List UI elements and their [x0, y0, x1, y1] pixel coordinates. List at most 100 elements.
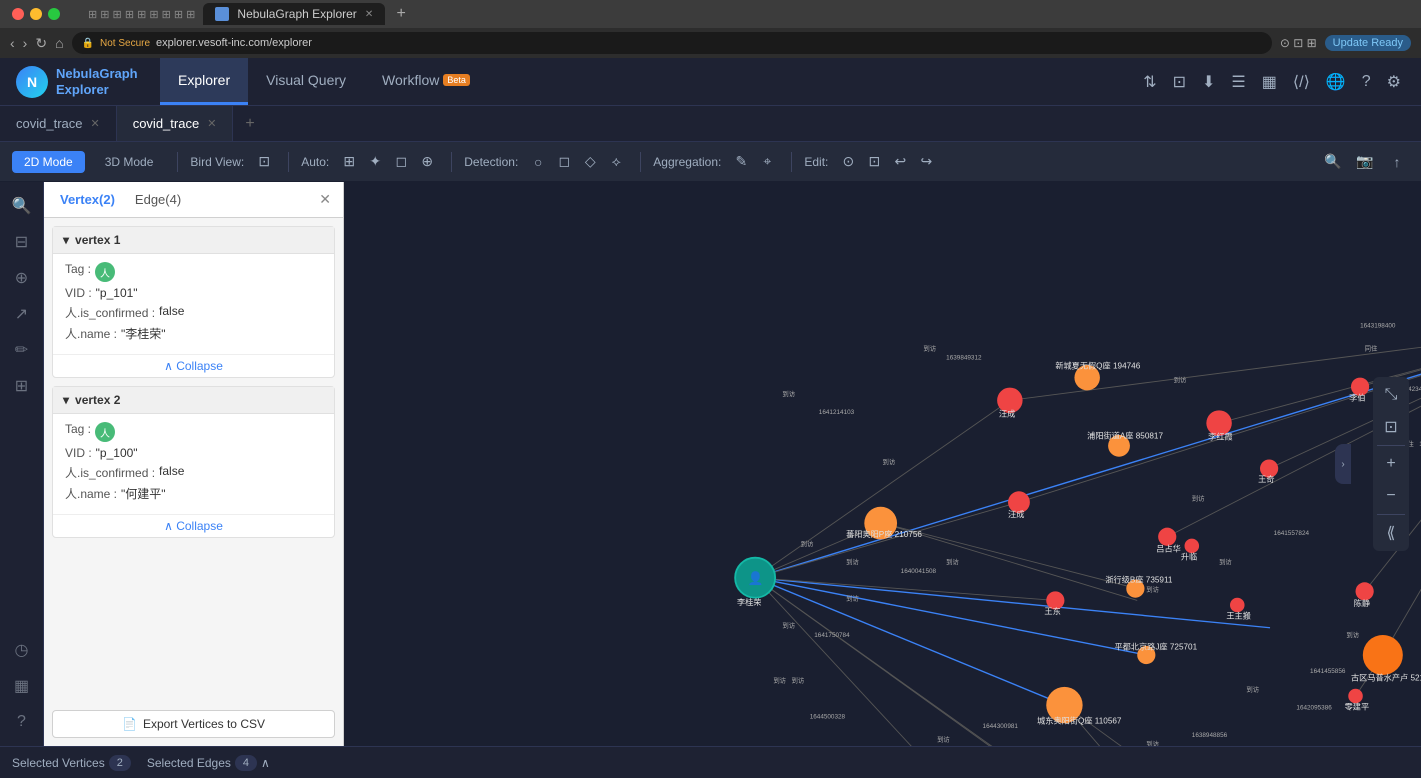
- sidebar-icon-pen[interactable]: ✏: [6, 334, 38, 366]
- share-icon[interactable]: ⇅: [1143, 72, 1156, 92]
- vertex-1-header[interactable]: ▾ vertex 1: [53, 227, 334, 254]
- graph-canvas[interactable]: 到访 到访 到访 到访 到访 到访 新城夏无假Q座 194746 浦阳街道A座 …: [344, 182, 1421, 746]
- nav-item-explorer[interactable]: Explorer: [160, 58, 248, 105]
- selected-edges-status[interactable]: Selected Edges 4 ∧: [147, 755, 270, 771]
- browser-tab-area: ⊞ ⊞ ⊞ ⊞ ⊞ ⊞ ⊞ ⊞ ⊞ NebulaGraph Explorer ✕…: [88, 2, 413, 26]
- fullscreen-traffic-light[interactable]: [48, 8, 60, 20]
- vertex-1-collapse-btn[interactable]: ∧ Collapse: [53, 354, 334, 377]
- aggregation-icon-2[interactable]: ⌖: [755, 150, 779, 174]
- person-node[interactable]: [1230, 598, 1245, 613]
- 2d-mode-button[interactable]: 2D Mode: [12, 151, 85, 173]
- edge-tab[interactable]: Edge(4): [131, 190, 185, 209]
- zoom-in-btn[interactable]: +: [1377, 450, 1405, 478]
- sidebar-icon-layers[interactable]: ⊞: [6, 370, 38, 402]
- graph-tab-1[interactable]: covid_trace ✕: [0, 106, 117, 141]
- export-vertices-btn[interactable]: 📄 Export Vertices to CSV: [52, 710, 335, 738]
- layout-icon[interactable]: ☰: [1231, 72, 1245, 92]
- export-icon[interactable]: ⬇: [1202, 72, 1215, 92]
- app-nav: N NebulaGraph Explorer Explorer Visual Q…: [0, 58, 1421, 106]
- browser-tab-close-btn[interactable]: ✕: [365, 9, 373, 20]
- logo-text: NebulaGraph Explorer: [56, 66, 138, 97]
- vertex-tab[interactable]: Vertex(2): [56, 190, 119, 209]
- vertex-1-confirmed-value: false: [159, 304, 184, 321]
- browser-titlebar: ⊞ ⊞ ⊞ ⊞ ⊞ ⊞ ⊞ ⊞ ⊞ NebulaGraph Explorer ✕…: [0, 0, 1421, 28]
- auto-icon-2[interactable]: ✦: [363, 150, 387, 174]
- detection-icon-1[interactable]: ○: [526, 150, 550, 174]
- panel-close-btn[interactable]: ✕: [319, 191, 331, 208]
- selected-vertices-status[interactable]: Selected Vertices 2: [12, 755, 131, 771]
- home-button[interactable]: ⌂: [55, 35, 63, 51]
- screenshot-btn[interactable]: 📷: [1353, 150, 1377, 174]
- search-canvas-btn[interactable]: 🔍: [1321, 150, 1345, 174]
- detection-icon-3[interactable]: ◇: [578, 150, 602, 174]
- person-node[interactable]: [1158, 528, 1176, 546]
- export-icon: 📄: [122, 717, 137, 731]
- auto-icon-4[interactable]: ⊕: [415, 150, 439, 174]
- back-button[interactable]: ‹: [10, 35, 15, 51]
- reload-button[interactable]: ↻: [35, 35, 47, 52]
- logo-icon: N: [16, 66, 48, 98]
- nav-item-workflow[interactable]: Workflow Beta: [364, 58, 488, 105]
- edit-icon-3[interactable]: ↩: [888, 150, 912, 174]
- visit-label: 到访: [773, 675, 786, 684]
- graph-tab-2-close[interactable]: ✕: [207, 117, 216, 130]
- minimize-traffic-light[interactable]: [30, 8, 42, 20]
- code-icon[interactable]: ⟨/⟩: [1293, 72, 1310, 92]
- auto-icon-3[interactable]: ◻: [389, 150, 413, 174]
- detection-icon-4[interactable]: ⟡: [604, 150, 628, 174]
- new-tab-button[interactable]: +: [389, 2, 413, 26]
- traffic-lights: [12, 8, 60, 20]
- edge-line: [1064, 705, 1246, 746]
- graph-tab-1-close[interactable]: ✕: [90, 117, 99, 130]
- location-label: 新城夏无假Q座 194746: [1055, 360, 1140, 370]
- edit-icon-1[interactable]: ⊙: [836, 150, 860, 174]
- edit-icon-4[interactable]: ↪: [914, 150, 938, 174]
- add-tab-button[interactable]: +: [233, 115, 266, 133]
- collapse-all-btn[interactable]: ⟪: [1377, 519, 1405, 547]
- sidebar-icon-filter[interactable]: ⊟: [6, 226, 38, 258]
- person-node[interactable]: [1356, 582, 1374, 600]
- forward-button[interactable]: ›: [23, 35, 28, 51]
- download-icon[interactable]: ⊡: [1173, 72, 1186, 92]
- vertex-2-collapse-btn[interactable]: ∧ Collapse: [53, 514, 334, 537]
- close-traffic-light[interactable]: [12, 8, 24, 20]
- zoom-out-btn[interactable]: −: [1377, 482, 1405, 510]
- person-node[interactable]: [1185, 539, 1200, 554]
- aggregation-icon-1[interactable]: ✎: [729, 150, 753, 174]
- globe-icon[interactable]: 🌐: [1326, 72, 1346, 92]
- person-label: 李红霞: [1208, 431, 1233, 441]
- edit-icon-2[interactable]: ⊡: [862, 150, 886, 174]
- share-canvas-btn[interactable]: ↑: [1385, 150, 1409, 174]
- settings-icon[interactable]: ⚙: [1387, 72, 1401, 92]
- beta-badge: Beta: [443, 74, 470, 86]
- sidebar-icon-share[interactable]: ↗: [6, 298, 38, 330]
- sidebar-icon-search[interactable]: 🔍: [6, 190, 38, 222]
- expand-icon[interactable]: ⤡: [1377, 381, 1405, 409]
- question-icon[interactable]: ?: [1362, 73, 1371, 91]
- visit-label: 到访: [1219, 557, 1232, 566]
- person-node[interactable]: [1348, 689, 1363, 704]
- sidebar-icon-timeline[interactable]: ◷: [6, 634, 38, 666]
- vertex-2-title: vertex 2: [75, 393, 120, 407]
- update-ready-badge: Update Ready: [1325, 35, 1411, 51]
- zoom-separator: [1377, 445, 1405, 446]
- 3d-mode-button[interactable]: 3D Mode: [93, 151, 166, 173]
- bird-view-icon-1[interactable]: ⊡: [252, 150, 276, 174]
- edge-id-label: 1642095386: [1296, 705, 1332, 712]
- browser-tab[interactable]: NebulaGraph Explorer ✕: [203, 3, 385, 25]
- table-icon[interactable]: ▦: [1262, 72, 1277, 92]
- panel-collapse-handle[interactable]: ›: [1335, 444, 1351, 484]
- detection-icon-2[interactable]: ◻: [552, 150, 576, 174]
- sidebar-icon-grid[interactable]: ▦: [6, 670, 38, 702]
- location-node-large[interactable]: [1363, 635, 1403, 675]
- toolbar-separator-2: [288, 152, 289, 172]
- address-bar[interactable]: 🔒 Not Secure explorer.vesoft-inc.com/exp…: [72, 32, 1272, 54]
- auto-icon-1[interactable]: ⊞: [337, 150, 361, 174]
- nav-item-visual-query[interactable]: Visual Query: [248, 58, 364, 105]
- vertex-2-header[interactable]: ▾ vertex 2: [53, 387, 334, 414]
- sidebar-icon-help[interactable]: ?: [6, 706, 38, 738]
- graph-tab-2[interactable]: covid_trace ✕: [117, 106, 234, 141]
- sidebar-icon-graph[interactable]: ⊕: [6, 262, 38, 294]
- fit-screen-btn[interactable]: ⊡: [1377, 413, 1405, 441]
- auto-icons: ⊞ ✦ ◻ ⊕: [337, 150, 439, 174]
